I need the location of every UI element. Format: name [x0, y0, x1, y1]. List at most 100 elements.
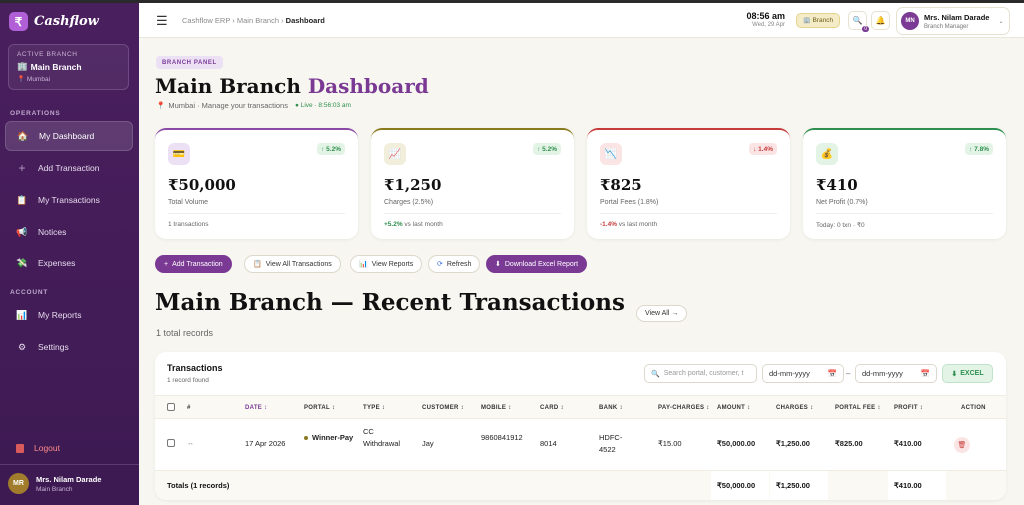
sidebar-item-expenses[interactable]: 💸 Expenses [5, 248, 133, 278]
card-icon: 💳 [168, 143, 190, 165]
logout-button[interactable]: Logout [16, 443, 60, 453]
date-from-input[interactable]: dd-mm-yyyy 📅 [762, 364, 844, 383]
sidebar: ₹ Cashflow ACTIVE BRANCH 🏢 Main Branch 📍 … [0, 3, 139, 505]
cell-amount: ₹50,000.00 [717, 439, 756, 448]
page-title-accent: Dashboard [307, 74, 429, 98]
date-to-input[interactable]: dd-mm-yyyy 📅 [855, 364, 937, 383]
trash-icon: 🗑 [957, 442, 967, 449]
sidebar-user[interactable]: MR Mrs. Nilam Darade Main Branch [8, 473, 101, 494]
door-icon [16, 443, 24, 453]
plus-icon: + [18, 161, 26, 175]
calendar-icon: 📅 [827, 369, 837, 378]
chevron-down-icon: ⌄ [998, 18, 1004, 25]
brand[interactable]: ₹ Cashflow [9, 12, 99, 31]
plus-icon: + [164, 260, 169, 268]
brand-name: Cashflow [34, 14, 99, 29]
table-totals-row: Totals (1 records) ₹50,000.00 ₹1,250.00 … [155, 471, 1006, 500]
stat-label: Net Profit (0.7%) [816, 199, 868, 206]
col-header-action: ACTION [961, 405, 986, 411]
portal-name: Winner-Pay [312, 433, 354, 442]
delete-button[interactable]: 🗑 [954, 437, 970, 453]
col-header-date[interactable]: DATE ↕ [245, 405, 267, 411]
live-indicator: ● Live · 8:56:03 am [294, 102, 351, 109]
menu-icon[interactable]: ☰ [156, 13, 168, 29]
notification-badge: 0 [862, 26, 869, 32]
stat-value: ₹410 [816, 176, 858, 194]
sidebar-item-label: Settings [38, 342, 69, 352]
sidebar-item-my-reports[interactable]: 📊 My Reports [5, 300, 133, 330]
transactions-table-card: Transactions 1 record found 🔍 Search por… [155, 352, 1006, 500]
recent-transactions-title: Main Branch — Recent Transactions [155, 289, 625, 316]
add-transaction-button[interactable]: + Add Transaction [155, 255, 232, 273]
active-branch-box[interactable]: ACTIVE BRANCH 🏢 Main Branch 📍 Mumbai [8, 44, 129, 90]
col-header-number[interactable]: # [187, 405, 191, 411]
sidebar-item-label: My Reports [38, 310, 82, 320]
col-header-type[interactable]: TYPE ↕ [363, 405, 385, 411]
sidebar-item-add-transaction[interactable]: + Add Transaction [5, 153, 133, 183]
download-icon: ⬇ [495, 261, 501, 268]
total-records: 1 total records [156, 328, 214, 338]
search-button[interactable]: 🔍 0 [848, 11, 869, 32]
col-header-portal[interactable]: PORTAL ↕ [304, 405, 335, 411]
excel-label: EXCEL [960, 370, 984, 377]
clipboard-icon: 📋 [16, 194, 28, 205]
row-checkbox[interactable] [167, 439, 175, 447]
col-header-card[interactable]: CARD ↕ [540, 405, 564, 411]
sidebar-item-label: My Transactions [38, 195, 100, 205]
refresh-button[interactable]: ⟳ Refresh [428, 255, 481, 273]
profile-name: Mrs. Nilam Darade [924, 12, 990, 22]
breadcrumb-item[interactable]: Cashflow ERP [182, 16, 230, 25]
col-header-portal-fee[interactable]: PORTAL FEE ↕ [835, 405, 881, 411]
trend-badge: ↑ 5.2% [317, 143, 345, 155]
col-header-amount[interactable]: AMOUNT ↕ [717, 405, 750, 411]
col-header-profit[interactable]: PROFIT ↕ [894, 405, 923, 411]
stat-value: ₹50,000 [168, 176, 236, 194]
col-header-label: BANK [599, 405, 618, 411]
breadcrumb-item[interactable]: Main Branch [237, 16, 279, 25]
notifications-button[interactable]: 🔔 [871, 11, 890, 30]
col-header-customer[interactable]: CUSTOMER ↕ [422, 405, 464, 411]
page-subtitle: 📍 Mumbai · Manage your transactions ● Li… [156, 101, 351, 110]
select-all-checkbox[interactable] [167, 403, 175, 411]
divider [168, 213, 345, 214]
section-operations: OPERATIONS [10, 110, 61, 117]
clock-time: 08:56 am [746, 11, 785, 21]
clock: 08:56 am Wed, 29 Apr [739, 11, 785, 28]
logout-label: Logout [34, 443, 60, 453]
col-header-label: PORTAL [304, 405, 330, 411]
search-input[interactable]: 🔍 Search portal, customer, t [644, 364, 757, 383]
stat-footer-text: vs last month [616, 221, 658, 228]
col-header-charges[interactable]: CHARGES ↕ [776, 405, 813, 411]
profile-menu[interactable]: MN Mrs. Nilam Darade Branch Manager ⌄ [896, 7, 1010, 35]
sidebar-item-my-transactions[interactable]: 📋 My Transactions [5, 185, 133, 215]
button-label: Refresh [446, 260, 472, 268]
view-all-button[interactable]: View All → [636, 305, 688, 322]
excel-export-button[interactable]: ⬇ EXCEL [942, 364, 993, 383]
stat-footer: Today: 0 txn · ₹0 [816, 222, 865, 229]
download-excel-report-button[interactable]: ⬇ Download Excel Report [486, 255, 588, 273]
trend-badge: ↓ 1.4% [749, 143, 777, 155]
trend-chart-icon: 📈 [384, 143, 406, 165]
col-header-bank[interactable]: BANK ↕ [599, 405, 623, 411]
totals-profit: ₹410.00 [894, 481, 922, 490]
table-header: # DATE ↕ PORTAL ↕ TYPE ↕ CUSTOMER ↕ MOBI… [155, 395, 1006, 419]
sidebar-item-dashboard[interactable]: 🏠 My Dashboard [5, 121, 133, 151]
avatar: MR [8, 473, 29, 494]
sidebar-item-settings[interactable]: ⚙ Settings [5, 332, 133, 362]
view-reports-button[interactable]: 📊 View Reports [350, 255, 423, 273]
stat-footer: +5.2% vs last month [384, 221, 443, 228]
view-all-transactions-button[interactable]: 📋 View All Transactions [244, 255, 341, 273]
user-branch: Main Branch [36, 485, 73, 493]
col-header-label: AMOUNT [717, 405, 746, 411]
stat-label: Total Volume [168, 199, 209, 206]
col-header-pay-charges[interactable]: PAY-CHARGES ↕ [658, 405, 710, 411]
col-header-label: DATE [245, 405, 263, 411]
subtitle-text: Mumbai · Manage your transactions [168, 101, 288, 110]
table-row[interactable]: ↔ 17 Apr 2026 Winner-Pay CC Withdrawal J… [155, 419, 1006, 471]
col-header-label: PROFIT [894, 405, 918, 411]
totals-charges: ₹1,250.00 [776, 481, 810, 490]
table-subtitle: 1 record found [167, 377, 209, 384]
sidebar-item-notices[interactable]: 📢 Notices [5, 217, 133, 247]
col-header-mobile[interactable]: MOBILE ↕ [481, 405, 511, 411]
gear-icon: ⚙ [17, 341, 27, 352]
